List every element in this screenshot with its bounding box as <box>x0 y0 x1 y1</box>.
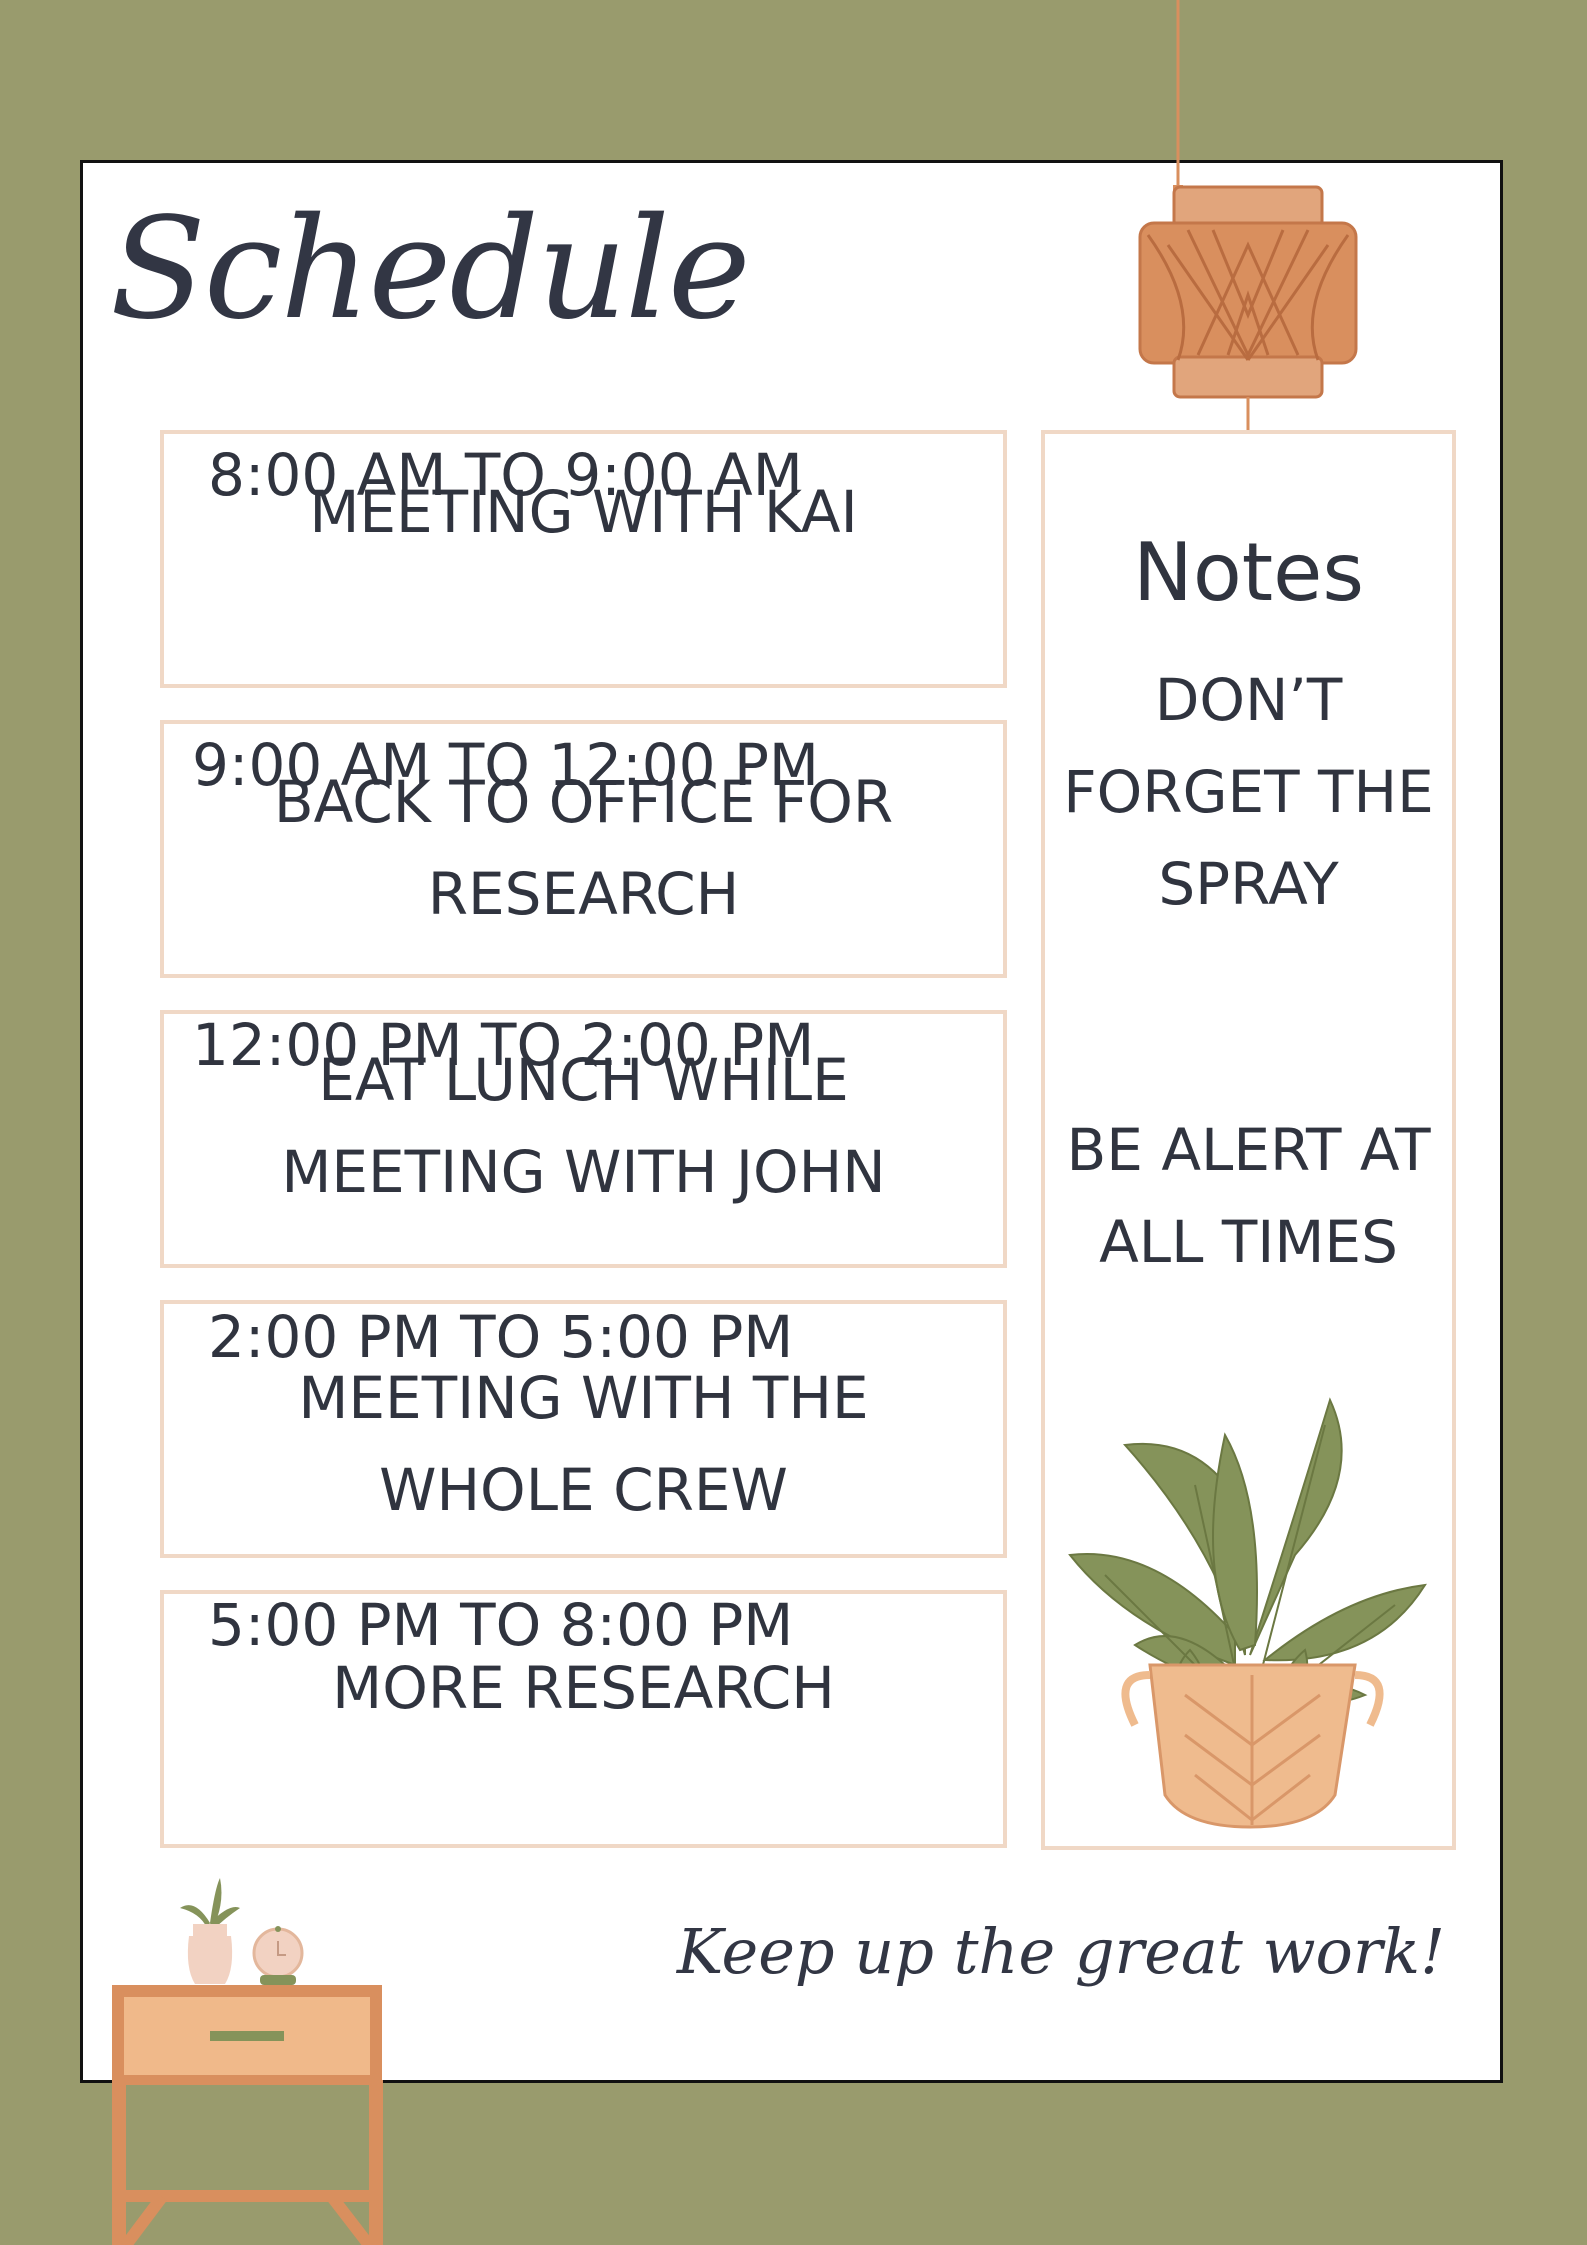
slot-task: MEETING WITH THE WHOLE CREW <box>298 1364 869 1524</box>
encouragement-text: Keep up the great work! <box>676 1915 1445 1988</box>
schedule-slot: 5:00 PM TO 8:00 PM MORE RESEARCH <box>160 1590 1007 1848</box>
schedule-slot: 8:00 AM TO 9:00 AM MEETING WITH KAI <box>160 430 1007 688</box>
note-item: BE ALERT AT ALL TIMES <box>1066 1116 1431 1276</box>
schedule-slot: 2:00 PM TO 5:00 PM MEETING WITH THE WHOL… <box>160 1300 1007 1558</box>
schedule-slot: 9:00 AM TO 12:00 PM BACK TO OFFICE FOR R… <box>160 720 1007 978</box>
small-vase-icon <box>180 1878 240 1984</box>
slot-task: BACK TO OFFICE FOR RESEARCH <box>273 768 894 928</box>
nightstand-icon <box>112 1985 383 2245</box>
notes-title: Notes <box>1132 526 1365 619</box>
slot-task: MEETING WITH KAI <box>309 478 858 546</box>
clock-icon <box>252 1926 304 1985</box>
potted-plant-icon <box>1068 1397 1427 1829</box>
slot-task: MORE RESEARCH <box>332 1654 835 1722</box>
page-title: Schedule <box>110 188 751 351</box>
schedule-slot: 12:00 PM TO 2:00 PM EAT LUNCH WHILE MEET… <box>160 1010 1007 1268</box>
slot-task: EAT LUNCH WHILE MEETING WITH JOHN <box>281 1046 886 1206</box>
note-item: DON’T FORGET THE SPRAY <box>1063 666 1434 918</box>
